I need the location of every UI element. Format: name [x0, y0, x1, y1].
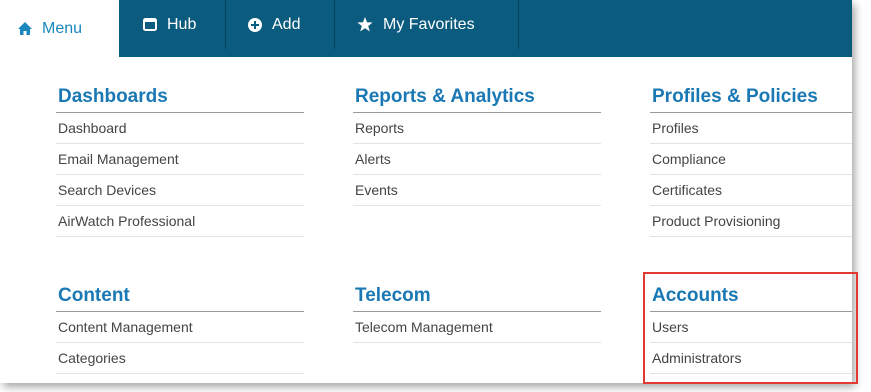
menu-link-airwatch-professional[interactable]: AirWatch Professional [56, 206, 304, 237]
menu-link-search-devices[interactable]: Search Devices [56, 175, 304, 206]
tab-add[interactable]: Add [226, 0, 335, 49]
star-icon [357, 17, 373, 32]
menu-link-profiles[interactable]: Profiles [650, 113, 852, 144]
section-profiles-policies: Profiles & Policies Profiles Compliance … [650, 82, 852, 237]
menu-link-categories[interactable]: Categories [56, 343, 304, 374]
tab-menu-label: Menu [42, 19, 83, 37]
menu-link-email-management[interactable]: Email Management [56, 144, 304, 175]
square-icon [143, 18, 157, 31]
menu-link-compliance[interactable]: Compliance [650, 144, 852, 175]
top-navbar: Menu Hub Add My Favorites [0, 0, 852, 57]
menu-link-events[interactable]: Events [353, 175, 601, 206]
section-dashboards: Dashboards Dashboard Email Management Se… [56, 82, 304, 237]
plus-circle-icon [248, 17, 262, 32]
section-title: Profiles & Policies [650, 82, 852, 113]
section-title: Reports & Analytics [353, 82, 601, 113]
tab-hub-label: Hub [167, 15, 197, 33]
tab-my-favorites-label: My Favorites [383, 15, 475, 33]
tab-my-favorites[interactable]: My Favorites [335, 0, 519, 49]
tab-hub[interactable]: Hub [119, 0, 226, 49]
menu-link-alerts[interactable]: Alerts [353, 144, 601, 175]
section-title: Dashboards [56, 82, 304, 113]
section-content: Content Content Management Categories [56, 281, 304, 374]
section-title: Telecom [353, 281, 601, 312]
section-reports-analytics: Reports & Analytics Reports Alerts Event… [353, 82, 601, 206]
menu-link-reports[interactable]: Reports [353, 113, 601, 144]
menu-link-content-management[interactable]: Content Management [56, 312, 304, 343]
home-icon [18, 22, 32, 35]
menu-link-dashboard[interactable]: Dashboard [56, 113, 304, 144]
section-telecom: Telecom Telecom Management [353, 281, 601, 343]
accounts-highlight-box [643, 272, 858, 384]
menu-panel: Menu Hub Add My Favorites Dashboards Das… [0, 0, 858, 384]
section-title: Content [56, 281, 304, 312]
tab-menu[interactable]: Menu [0, 0, 119, 57]
menu-link-certificates[interactable]: Certificates [650, 175, 852, 206]
tab-add-label: Add [272, 15, 301, 33]
menu-link-telecom-management[interactable]: Telecom Management [353, 312, 601, 343]
menu-link-product-provisioning[interactable]: Product Provisioning [650, 206, 852, 237]
